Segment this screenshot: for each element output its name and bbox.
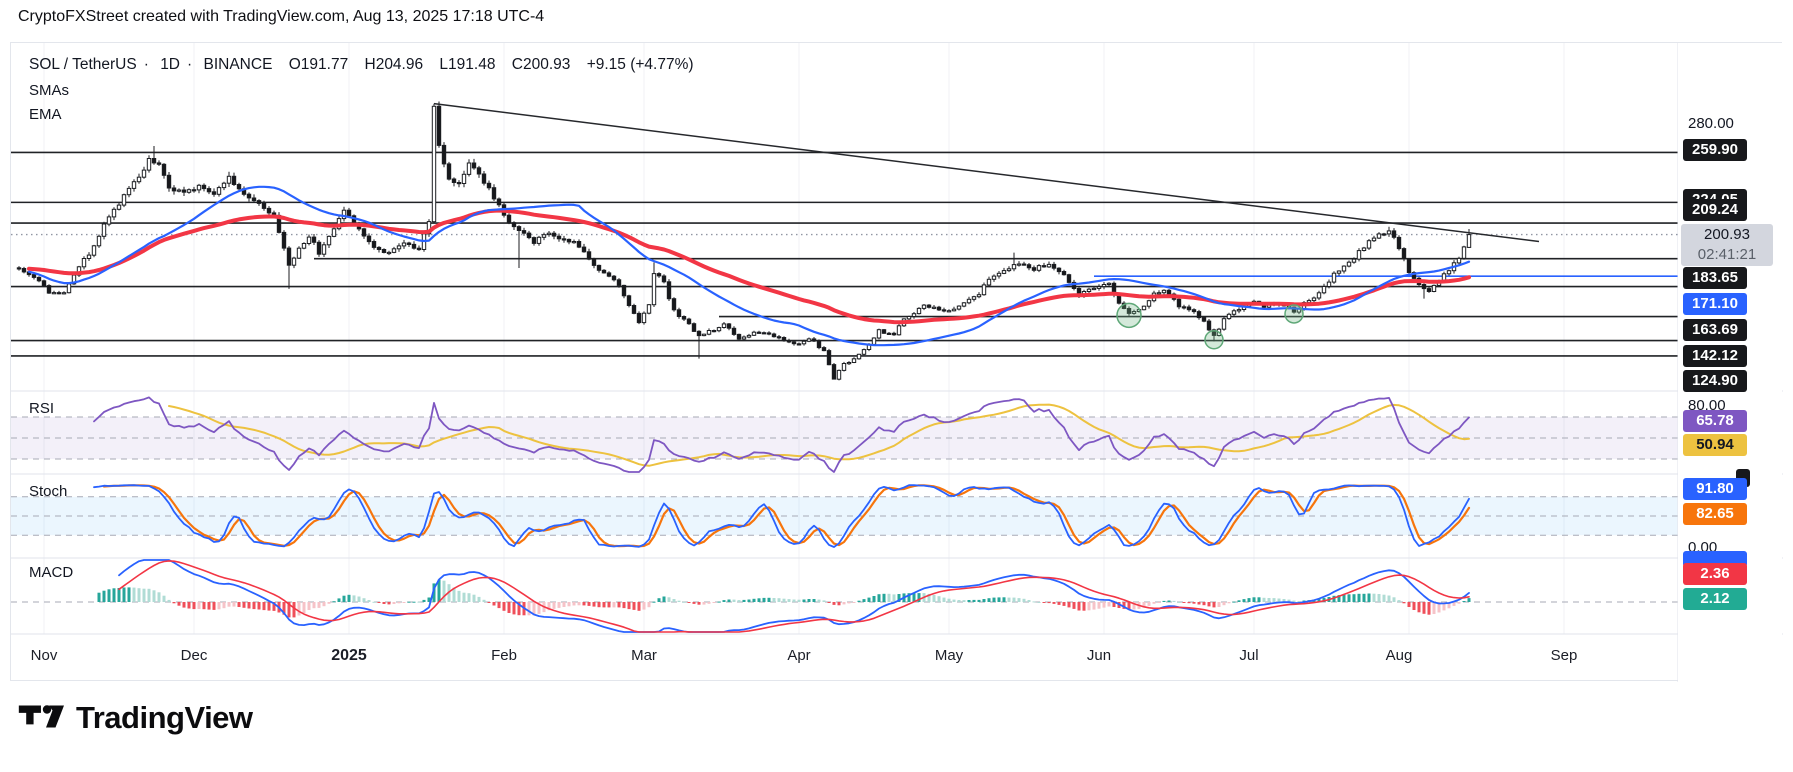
current-price-label: 200.93 02:41:21 <box>1681 224 1773 266</box>
time-label-jul: Jul <box>1239 647 1259 664</box>
tradingview-screenshot: CryptoFXStreet created with TradingView.… <box>0 0 1793 772</box>
macd-panel-label[interactable]: MACD <box>29 564 73 581</box>
hline-label-209: 209.24 <box>1683 199 1747 221</box>
ohlc-close: C200.93 <box>511 56 571 73</box>
price-axis[interactable]: 280.00 259.90 224.05 209.24 200.93 02:41… <box>1678 43 1782 682</box>
ohlc-open: O191.77 <box>288 56 349 73</box>
tradingview-logo[interactable]: TradingView <box>18 700 253 736</box>
current-price-value: 200.93 <box>1704 226 1750 243</box>
time-label-mar: Mar <box>631 647 657 664</box>
interval-label: 1D <box>160 56 181 73</box>
time-label-2025: 2025 <box>331 647 367 664</box>
rsi-ma-value-label: 50.94 <box>1683 434 1747 456</box>
rsi-value-label: 65.78 <box>1683 410 1747 432</box>
tradingview-icon <box>18 705 64 728</box>
macd-hist-label: 2.12 <box>1683 588 1747 610</box>
exchange-label: BINANCE <box>203 56 273 73</box>
caption-text: CryptoFXStreet created with TradingView.… <box>18 8 545 25</box>
time-label-feb: Feb <box>491 647 517 664</box>
hline-label-124: 124.90 <box>1683 370 1747 392</box>
chart-container: SOL / TetherUS · 1D · BINANCE O191.77 H204… <box>10 42 1783 682</box>
symbol-name: SOL / TetherUS <box>29 56 137 73</box>
rsi-panel-label[interactable]: RSI <box>29 400 54 417</box>
bar-countdown: 02:41:21 <box>1697 246 1757 263</box>
hline-label-183: 183.65 <box>1683 267 1747 289</box>
time-label-dec: Dec <box>180 647 208 664</box>
time-label-nov: Nov <box>30 647 58 664</box>
ohlc-change: +9.15 (+4.77%) <box>586 56 694 73</box>
time-label-aug: Aug <box>1385 647 1413 664</box>
ohlc-high: H204.96 <box>364 56 424 73</box>
time-label-may: May <box>934 647 964 664</box>
time-axis[interactable]: Nov Dec 2025 Feb Mar Apr May Jun Jul Aug… <box>11 634 1678 682</box>
smas-legend[interactable]: SMAs <box>29 82 69 99</box>
chart-canvas[interactable] <box>11 43 1783 682</box>
time-label-sep: Sep <box>1550 647 1578 664</box>
stoch-d-label: 82.65 <box>1683 503 1747 525</box>
stoch-k-label: 91.80 <box>1683 478 1747 500</box>
brand-name: TradingView <box>76 700 253 735</box>
time-label-jun: Jun <box>1086 647 1112 664</box>
stoch-panel-label[interactable]: Stoch <box>29 483 67 500</box>
hline-label-142: 142.12 <box>1683 345 1747 367</box>
hline-label-163: 163.69 <box>1683 319 1747 341</box>
hline-label-259: 259.90 <box>1683 139 1747 161</box>
symbol-legend[interactable]: SOL / TetherUS · 1D · BINANCE O191.77 H204… <box>29 56 701 74</box>
time-label-apr: Apr <box>787 647 811 664</box>
ema-legend[interactable]: EMA <box>29 106 62 123</box>
ohlc-low: L191.48 <box>439 56 496 73</box>
blue-line-label-171: 171.10 <box>1683 293 1747 315</box>
price-tick-280: 280.00 <box>1688 115 1734 132</box>
macd-signal-label: 2.36 <box>1683 563 1747 585</box>
